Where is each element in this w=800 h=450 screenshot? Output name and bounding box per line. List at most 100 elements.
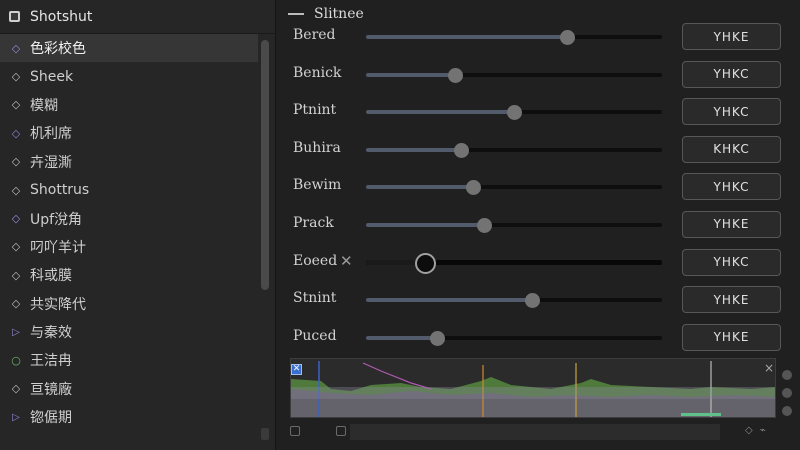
list-item[interactable]: ◇ 机利席 <box>0 119 258 147</box>
list-item[interactable]: ◇ 模糊 <box>0 91 258 119</box>
slider-fill <box>366 147 461 152</box>
diamond-icon: ◇ <box>11 70 21 84</box>
diamond-icon: ◇ <box>11 240 21 254</box>
diamond-icon: ◇ <box>11 268 21 282</box>
param-slider[interactable] <box>366 30 662 45</box>
scrollbar-end <box>261 428 269 440</box>
list-item-label: Shottrus <box>30 182 90 199</box>
param-button[interactable]: YHKC <box>682 60 781 88</box>
param-button[interactable]: YHKE <box>682 286 781 314</box>
param-button[interactable]: YHKC <box>682 173 781 201</box>
diamond-icon: ◇ <box>11 126 21 140</box>
param-row: Ptnint YHKC <box>278 93 800 131</box>
zoom-dot-button[interactable] <box>782 406 792 416</box>
slider-fill <box>366 335 438 340</box>
effect-list: ◇ 色彩校色 ◇ Sheek ◇ 模糊 ◇ 机利席 ◇ 卉湿澌 ◇ Shottrus ◇ Upf涗角 ◇ 叼吖… <box>0 34 258 431</box>
param-slider[interactable] <box>366 252 662 274</box>
zoom-dot-button[interactable] <box>782 370 792 380</box>
timeline-icons[interactable]: ◇ ⌁ <box>745 425 768 436</box>
slider-knob[interactable] <box>507 105 522 121</box>
list-item-label: Sheek <box>30 68 74 85</box>
list-item[interactable]: ▷ 与秦效 <box>0 318 258 346</box>
param-row: Bered YHKE <box>278 18 800 56</box>
app-icon <box>9 11 20 22</box>
param-label: Prack <box>293 214 334 231</box>
param-label: Buhira <box>293 139 341 156</box>
toggle-box[interactable] <box>290 426 300 436</box>
param-button[interactable]: YHKE <box>682 210 781 238</box>
toggle-box[interactable] <box>336 426 346 436</box>
param-slider[interactable] <box>366 330 662 346</box>
list-item[interactable]: ◇ 科或膜 <box>0 261 258 289</box>
list-item-label: 色彩校色 <box>30 41 86 58</box>
timeline-shade[interactable] <box>350 424 720 440</box>
diamond-icon: ◇ <box>11 382 21 396</box>
param-slider[interactable] <box>366 217 662 233</box>
list-item[interactable]: ▷ 锪倨期 <box>0 403 258 431</box>
list-item[interactable]: ◇ 叼吖羊计 <box>0 233 258 261</box>
list-item-label: 锪倨期 <box>30 410 72 427</box>
diamond-icon: ◇ <box>11 41 21 55</box>
slider-knob[interactable] <box>415 252 437 274</box>
list-item[interactable]: ◇ Sheek <box>0 62 258 90</box>
waveform-selection <box>681 413 721 416</box>
param-button[interactable]: YHKE <box>682 23 781 50</box>
list-item[interactable]: ◇ Shottrus <box>0 176 258 204</box>
list-item-label: Upf涗角 <box>30 211 83 228</box>
list-item[interactable]: ◇ 共实降代 <box>0 290 258 318</box>
slider-knob[interactable] <box>430 330 446 346</box>
list-item-label: 模糊 <box>30 97 58 114</box>
triangle-icon: ▷ <box>12 326 20 338</box>
waveform-graph[interactable] <box>290 358 776 418</box>
waveform-checkbox[interactable]: ✕ <box>291 364 302 375</box>
diamond-icon: ◇ <box>11 98 21 112</box>
param-slider[interactable] <box>366 105 662 121</box>
param-row: Puced YHKE <box>278 319 800 357</box>
list-item[interactable]: ◇ Upf涗角 <box>0 204 258 232</box>
list-item-label: 叼吖羊计 <box>30 239 86 256</box>
slider-knob[interactable] <box>477 217 493 233</box>
slider-knob[interactable] <box>524 293 540 309</box>
slider-knob[interactable] <box>447 67 463 83</box>
slider-knob[interactable] <box>465 180 481 196</box>
list-item[interactable]: ◇ 色彩校色 <box>0 34 258 63</box>
param-button[interactable]: YHKC <box>682 98 781 126</box>
close-icon[interactable]: × <box>764 361 774 375</box>
param-button[interactable]: KHKC <box>682 135 781 163</box>
slider-fill <box>366 222 485 227</box>
waveform-svg <box>291 361 775 417</box>
param-label: Puced <box>293 327 337 344</box>
param-slider[interactable] <box>366 293 662 309</box>
slider-knob[interactable] <box>560 30 576 45</box>
param-slider[interactable] <box>366 180 662 196</box>
timeline-bar: ◇ ⌁ <box>290 424 776 440</box>
slider-knob[interactable] <box>453 142 469 158</box>
param-label: Benick <box>293 64 342 81</box>
param-slider[interactable] <box>366 142 662 158</box>
param-row: Prack YHKE <box>278 206 800 244</box>
param-label: Bered <box>293 27 336 43</box>
collapse-dash-icon[interactable] <box>288 13 304 15</box>
list-item-label: 共实降代 <box>30 296 86 313</box>
list-item[interactable]: ◇ 亘镜廠 <box>0 375 258 403</box>
list-item[interactable]: ○ 王洁冉 <box>0 346 258 374</box>
slider-fill <box>366 185 473 190</box>
diamond-icon: ◇ <box>11 155 21 169</box>
param-row: Stnint YHKE <box>278 281 800 319</box>
list-item-label: 卉湿澌 <box>30 154 72 171</box>
diamond-icon: ◇ <box>11 297 21 311</box>
param-button[interactable]: YHKC <box>682 248 781 276</box>
clear-icon[interactable]: ✕ <box>340 252 353 270</box>
param-row: Benick YHKC <box>278 56 800 94</box>
list-item-label: 机利席 <box>30 126 72 143</box>
param-label: Bewim <box>293 177 342 194</box>
list-item[interactable]: ◇ 卉湿澌 <box>0 148 258 176</box>
zoom-dot-button[interactable] <box>782 388 792 398</box>
param-slider[interactable] <box>366 67 662 83</box>
param-button[interactable]: YHKE <box>682 323 781 351</box>
list-scrollbar[interactable] <box>259 36 271 446</box>
slider-fill <box>366 35 568 39</box>
scrollbar-thumb[interactable] <box>261 40 269 290</box>
param-label: Ptnint <box>293 102 337 119</box>
right-panel: Slitnee Bered YHKE Benick YHKC Ptnint YHKC Buh… <box>278 0 800 450</box>
